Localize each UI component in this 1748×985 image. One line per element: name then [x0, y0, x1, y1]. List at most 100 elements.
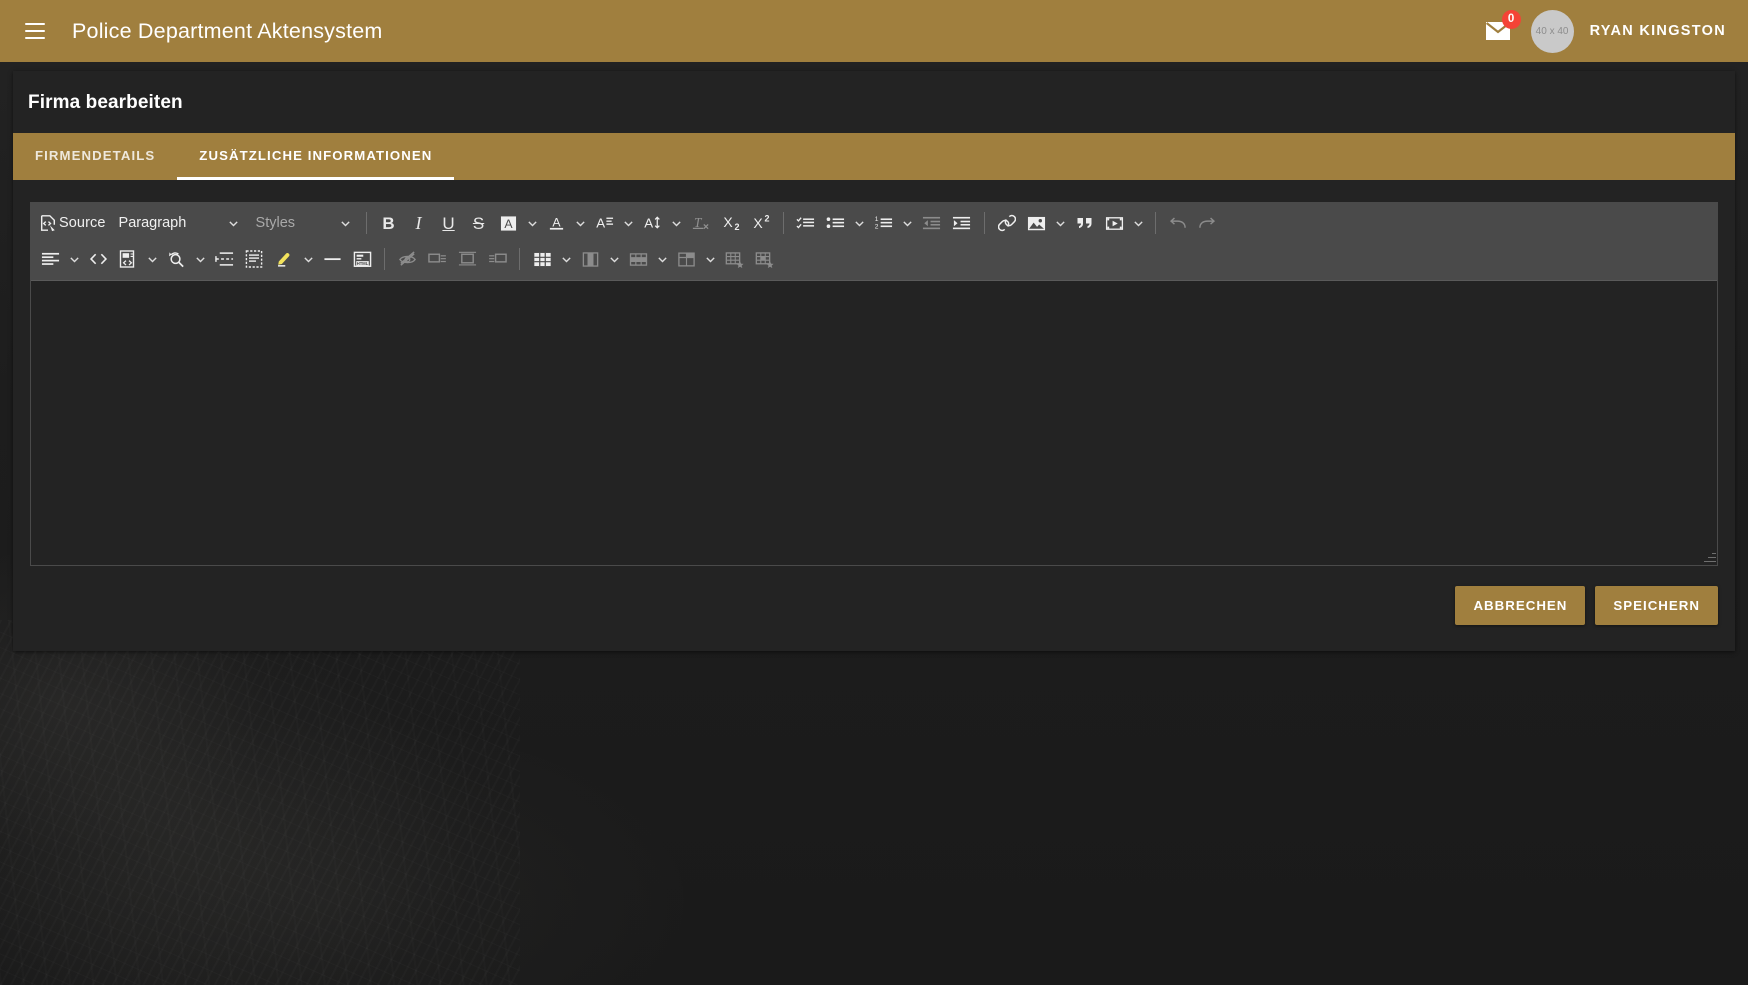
paragraph-format-dropdown[interactable]: Paragraph: [110, 208, 245, 238]
font-size-icon: A: [644, 216, 660, 231]
table-column-button[interactable]: [575, 244, 605, 274]
horizontal-line-button[interactable]: [317, 244, 347, 274]
tab-bar: FIRMENDETAILS ZUSÄTZLICHE INFORMATIONEN: [13, 133, 1735, 180]
svg-text:X: X: [753, 215, 763, 231]
insert-media-button[interactable]: [1100, 208, 1130, 238]
messages-button[interactable]: 0: [1481, 10, 1521, 48]
todo-list-icon: [796, 217, 815, 229]
svg-text:A: A: [504, 216, 513, 230]
table-properties-button[interactable]: [719, 244, 749, 274]
source-code-icon: [40, 215, 56, 232]
find-and-replace-button[interactable]: [161, 244, 191, 274]
font-size-dropdown[interactable]: [668, 208, 686, 238]
insert-template-button[interactable]: [113, 244, 143, 274]
editor-content-area[interactable]: [31, 281, 1717, 565]
hamburger-menu-icon[interactable]: [18, 14, 52, 48]
decrease-indent-button[interactable]: [917, 208, 947, 238]
merge-cells-dropdown[interactable]: [701, 244, 719, 274]
increase-indent-button[interactable]: [947, 208, 977, 238]
show-blocks-button[interactable]: [392, 244, 422, 274]
chevron-down-icon: [855, 220, 864, 226]
insert-image-dropdown[interactable]: [1052, 208, 1070, 238]
toolbar-separator: [519, 248, 520, 270]
styles-dropdown[interactable]: Styles: [247, 208, 357, 238]
svg-text:T: T: [694, 215, 703, 230]
font-family-button[interactable]: A: [590, 208, 620, 238]
bulleted-list-dropdown[interactable]: [851, 208, 869, 238]
undo-button[interactable]: [1163, 208, 1193, 238]
special-characters-button[interactable]: [239, 244, 269, 274]
messages-badge: 0: [1501, 10, 1521, 29]
find-replace-icon: [168, 251, 184, 267]
remove-format-button[interactable]: T: [686, 208, 716, 238]
merge-cells-button[interactable]: [671, 244, 701, 274]
todo-list-button[interactable]: [791, 208, 821, 238]
font-color-dropdown[interactable]: [572, 208, 590, 238]
page-break-button[interactable]: [209, 244, 239, 274]
chevron-down-icon: [903, 220, 912, 226]
superscript-button[interactable]: X 2: [746, 208, 776, 238]
svg-text:1: 1: [875, 216, 879, 223]
link-icon: [997, 214, 1016, 232]
subscript-button[interactable]: X 2: [716, 208, 746, 238]
avatar[interactable]: 40 x 40: [1530, 9, 1574, 53]
cancel-button[interactable]: ABBRECHEN: [1455, 586, 1586, 625]
html-embed-button[interactable]: HTML: [347, 244, 377, 274]
font-background-color-dropdown[interactable]: [524, 208, 542, 238]
svg-text:A: A: [552, 215, 561, 229]
username-label[interactable]: RYAN KINGSTON: [1590, 23, 1726, 39]
insert-template-dropdown[interactable]: [143, 244, 161, 274]
chevron-down-icon: [672, 220, 681, 226]
insert-image-button[interactable]: [1022, 208, 1052, 238]
chevron-down-icon: [340, 218, 351, 229]
horizontal-line-icon: [323, 258, 341, 261]
table-row-dropdown[interactable]: [653, 244, 671, 274]
text-alignment-button[interactable]: [35, 244, 65, 274]
align-image-left-icon: [427, 253, 446, 263]
font-family-icon: A: [596, 216, 614, 231]
image-align-left-button[interactable]: [422, 244, 452, 274]
numbered-list-dropdown[interactable]: [899, 208, 917, 238]
underline-button[interactable]: U: [434, 208, 464, 238]
table-column-dropdown[interactable]: [605, 244, 623, 274]
code-block-button[interactable]: [83, 244, 113, 274]
bulleted-list-button[interactable]: [821, 208, 851, 238]
block-quote-button[interactable]: [1070, 208, 1100, 238]
tab-zusaetzliche-informationen[interactable]: ZUSÄTZLICHE INFORMATIONEN: [177, 133, 455, 180]
insert-table-dropdown[interactable]: [557, 244, 575, 274]
remove-format-icon: T: [692, 215, 709, 230]
table-row-button[interactable]: [623, 244, 653, 274]
image-align-center-button[interactable]: [452, 244, 482, 274]
insert-table-button[interactable]: [527, 244, 557, 274]
chevron-down-icon: [69, 256, 79, 262]
redo-button[interactable]: [1193, 208, 1223, 238]
insert-media-dropdown[interactable]: [1130, 208, 1148, 238]
highlight-button[interactable]: [269, 244, 299, 274]
font-size-button[interactable]: A: [638, 208, 668, 238]
highlight-dropdown[interactable]: [299, 244, 317, 274]
numbered-list-button[interactable]: 1 2: [869, 208, 899, 238]
save-button[interactable]: SPEICHERN: [1595, 586, 1718, 625]
decrease-indent-icon: [922, 216, 941, 230]
html-embed-icon: HTML: [353, 251, 371, 267]
source-button[interactable]: Source: [35, 208, 110, 238]
font-family-dropdown[interactable]: [620, 208, 638, 238]
image-icon: [1027, 216, 1046, 230]
editor-resize-handle[interactable]: [1702, 550, 1716, 564]
table-cell-properties-button[interactable]: [749, 244, 779, 274]
font-background-color-button[interactable]: A: [494, 208, 524, 238]
font-color-button[interactable]: A: [542, 208, 572, 238]
italic-button[interactable]: I: [404, 208, 434, 238]
text-alignment-dropdown[interactable]: [65, 244, 83, 274]
strikethrough-icon: S: [472, 213, 485, 233]
link-button[interactable]: [992, 208, 1022, 238]
chevron-down-icon: [147, 256, 157, 262]
find-and-replace-dropdown[interactable]: [191, 244, 209, 274]
tab-firmendetails[interactable]: FIRMENDETAILS: [13, 133, 177, 180]
image-align-right-button[interactable]: [482, 244, 512, 274]
paragraph-format-value: Paragraph: [118, 215, 187, 231]
subscript-icon: X 2: [723, 214, 739, 232]
strikethrough-button[interactable]: S: [464, 208, 494, 238]
superscript-icon: X 2: [753, 214, 769, 231]
bold-button[interactable]: B: [374, 208, 404, 238]
